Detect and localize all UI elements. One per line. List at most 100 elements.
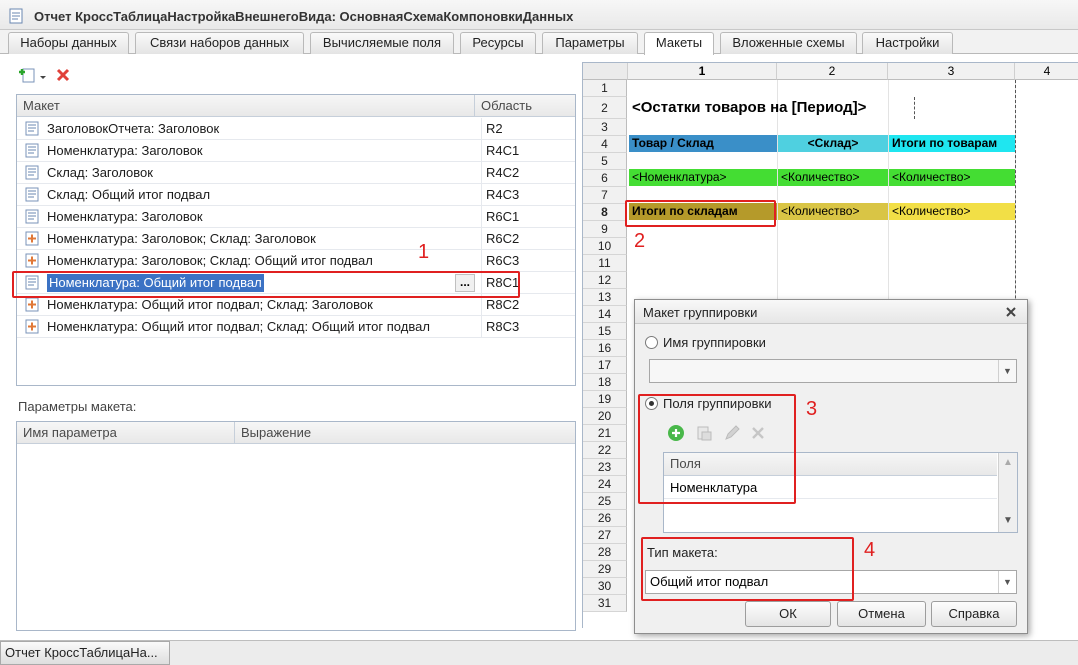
row-header-16[interactable]: 16 bbox=[583, 340, 627, 357]
tab-parameters[interactable]: Параметры bbox=[542, 32, 638, 54]
row-header-9[interactable]: 9 bbox=[583, 221, 627, 238]
help-button[interactable]: Справка bbox=[931, 601, 1017, 627]
row-header-10[interactable]: 10 bbox=[583, 238, 627, 255]
scroll-down-icon[interactable]: ▼ bbox=[1003, 515, 1013, 526]
row-header-3[interactable]: 3 bbox=[583, 119, 627, 136]
row-header-8[interactable]: 8 bbox=[583, 204, 627, 221]
tab-calculated-fields[interactable]: Вычисляемые поля bbox=[310, 32, 454, 54]
template-params-label: Параметры макета: bbox=[18, 399, 137, 414]
templates-table: Макет Область ЗаголовокОтчета: Заголовок… bbox=[16, 94, 576, 386]
row-header-20[interactable]: 20 bbox=[583, 408, 627, 425]
annotation-label-2: 2 bbox=[634, 230, 646, 252]
row-header-5[interactable]: 5 bbox=[583, 153, 627, 170]
template-area: R6C3 bbox=[481, 250, 575, 271]
chevron-down-icon[interactable] bbox=[38, 68, 48, 86]
row-header-25[interactable]: 25 bbox=[583, 493, 627, 510]
fields-scrollbar[interactable]: ▲ ▼ bbox=[998, 453, 1017, 532]
ok-button[interactable]: ОК bbox=[745, 601, 831, 627]
cell-r6c1[interactable]: <Номенклатура> bbox=[629, 169, 777, 186]
col-header-2[interactable]: 2 bbox=[777, 63, 888, 80]
row-header-1[interactable]: 1 bbox=[583, 80, 627, 97]
template-row[interactable]: Номенклатура: Заголовок R4C1 bbox=[17, 140, 575, 162]
row-header-19[interactable]: 19 bbox=[583, 391, 627, 408]
row-header-11[interactable]: 11 bbox=[583, 255, 627, 272]
radio-group-name-label[interactable]: Имя группировки bbox=[663, 335, 766, 350]
annotation-label-4: 4 bbox=[864, 539, 876, 561]
template-row[interactable]: Склад: Общий итог подвал R4C3 bbox=[17, 184, 575, 206]
row-header-28[interactable]: 28 bbox=[583, 544, 627, 561]
doc-icon bbox=[25, 209, 39, 224]
template-row[interactable]: Номенклатура: Заголовок; Склад: Заголово… bbox=[17, 228, 575, 250]
radio-group-name[interactable] bbox=[645, 336, 658, 349]
template-row[interactable]: Номенклатура: Заголовок R6C1 bbox=[17, 206, 575, 228]
col-header-4[interactable]: 4 bbox=[1015, 63, 1078, 80]
scroll-up-icon[interactable]: ▲ bbox=[1003, 457, 1013, 468]
col-header-3[interactable]: 3 bbox=[888, 63, 1015, 80]
cross-doc-icon bbox=[25, 297, 39, 312]
row-header-27[interactable]: 27 bbox=[583, 527, 627, 544]
cell-r6c2[interactable]: <Количество> bbox=[778, 169, 888, 186]
row-header-18[interactable]: 18 bbox=[583, 374, 627, 391]
chevron-down-icon[interactable]: ▼ bbox=[998, 571, 1016, 593]
row-header-17[interactable]: 17 bbox=[583, 357, 627, 374]
template-row[interactable]: Склад: Заголовок R4C2 bbox=[17, 162, 575, 184]
window-task-tab[interactable]: Отчет КроссТаблицаНа... bbox=[0, 641, 170, 665]
template-area: R2 bbox=[481, 118, 575, 139]
tab-templates[interactable]: Макеты bbox=[644, 32, 714, 55]
cell-r6c3[interactable]: <Количество> bbox=[889, 169, 1015, 186]
col-header-1[interactable]: 1 bbox=[628, 63, 777, 80]
cell-r8c2[interactable]: <Количество> bbox=[778, 203, 888, 220]
row-header-4[interactable]: 4 bbox=[583, 136, 627, 153]
row-header-29[interactable]: 29 bbox=[583, 561, 627, 578]
row-header-13[interactable]: 13 bbox=[583, 289, 627, 306]
template-row[interactable]: Номенклатура: Заголовок; Склад: Общий ит… bbox=[17, 250, 575, 272]
cancel-button[interactable]: Отмена bbox=[837, 601, 926, 627]
template-area: R4C1 bbox=[481, 140, 575, 161]
template-name: Склад: Общий итог подвал bbox=[47, 187, 211, 202]
tab-dataset-links[interactable]: Связи наборов данных bbox=[135, 32, 304, 54]
dialog-title-bar: Макет группировки bbox=[635, 300, 1027, 324]
tab-nested-schemas[interactable]: Вложенные схемы bbox=[720, 32, 857, 54]
row-header-22[interactable]: 22 bbox=[583, 442, 627, 459]
row-header-14[interactable]: 14 bbox=[583, 306, 627, 323]
row-header-31[interactable]: 31 bbox=[583, 595, 627, 612]
close-icon[interactable] bbox=[1005, 306, 1017, 318]
template-name: Номенклатура: Заголовок bbox=[47, 209, 203, 224]
template-area: R4C2 bbox=[481, 162, 575, 183]
cell-r4c2[interactable]: <Склад> bbox=[778, 135, 888, 152]
cell-r4c1[interactable]: Товар / Склад bbox=[629, 135, 777, 152]
annotation-label-3: 3 bbox=[806, 398, 818, 420]
tab-resources[interactable]: Ресурсы bbox=[460, 32, 536, 54]
row-header-23[interactable]: 23 bbox=[583, 459, 627, 476]
template-row[interactable]: Номенклатура: Общий итог подвал; Склад: … bbox=[17, 316, 575, 338]
tab-datasets[interactable]: Наборы данных bbox=[8, 32, 129, 54]
row-header-24[interactable]: 24 bbox=[583, 476, 627, 493]
group-name-select[interactable]: ▼ bbox=[649, 359, 1017, 383]
column-header-expression[interactable]: Выражение bbox=[235, 422, 575, 444]
delete-icon[interactable] bbox=[54, 66, 72, 84]
annotation-box-3 bbox=[638, 394, 796, 504]
annotation-label-1: 1 bbox=[418, 241, 430, 263]
report-title-cell[interactable]: <Остатки товаров на [Период]> bbox=[629, 97, 919, 119]
row-header-26[interactable]: 26 bbox=[583, 510, 627, 527]
chevron-down-icon[interactable]: ▼ bbox=[998, 360, 1016, 382]
row-header-15[interactable]: 15 bbox=[583, 323, 627, 340]
template-area: R4C3 bbox=[481, 184, 575, 205]
column-header-param-name[interactable]: Имя параметра bbox=[17, 422, 235, 444]
template-name: Номенклатура: Общий итог подвал; Склад: … bbox=[47, 319, 430, 334]
column-header-area[interactable]: Область bbox=[475, 95, 575, 117]
title-bar: Отчет КроссТаблицаНастройкаВнешнегоВида:… bbox=[0, 0, 1078, 30]
row-header-30[interactable]: 30 bbox=[583, 578, 627, 595]
page-break-line bbox=[914, 97, 915, 119]
row-header-12[interactable]: 12 bbox=[583, 272, 627, 289]
row-header-21[interactable]: 21 bbox=[583, 425, 627, 442]
column-header-template[interactable]: Макет bbox=[17, 95, 475, 117]
row-header-7[interactable]: 7 bbox=[583, 187, 627, 204]
cell-r8c3[interactable]: <Количество> bbox=[889, 203, 1015, 220]
row-header-6[interactable]: 6 bbox=[583, 170, 627, 187]
row-header-2[interactable]: 2 bbox=[583, 97, 627, 119]
template-row[interactable]: ЗаголовокОтчета: Заголовок R2 bbox=[17, 118, 575, 140]
add-template-icon[interactable] bbox=[18, 66, 36, 84]
tab-settings[interactable]: Настройки bbox=[862, 32, 953, 54]
cell-r4c3[interactable]: Итоги по товарам bbox=[889, 135, 1015, 152]
